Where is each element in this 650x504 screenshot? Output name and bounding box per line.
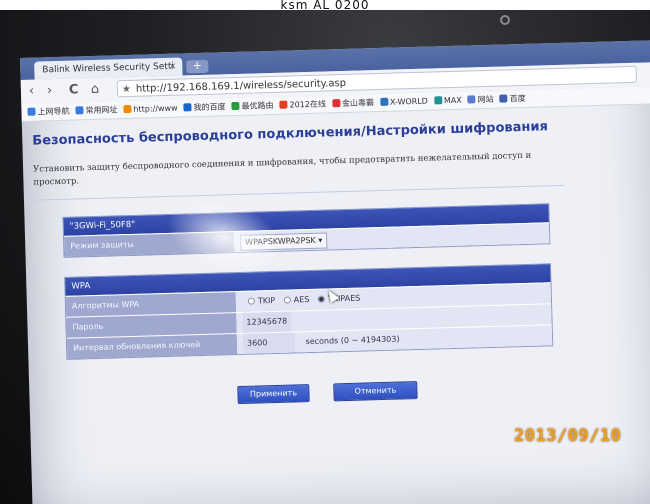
- password-field[interactable]: 12345678: [242, 311, 292, 333]
- page-description: Установить защиту беспроводного соединен…: [32, 150, 532, 188]
- bookmark-favicon-icon: [75, 106, 84, 115]
- bookmark-item[interactable]: 金山毒霸: [331, 94, 375, 112]
- radio-aes-label: AES: [293, 295, 310, 305]
- radio-tkipaes[interactable]: [317, 295, 325, 303]
- bookmark-item[interactable]: 常用网址: [75, 101, 118, 119]
- bookmark-item[interactable]: 百度: [499, 90, 526, 108]
- new-tab-button[interactable]: +: [186, 59, 209, 74]
- top-caption: ksm AL 0200: [0, 0, 650, 10]
- key-interval-label: Интервал обновления ключей: [66, 334, 238, 359]
- forward-icon[interactable]: ›: [47, 82, 53, 100]
- bookmark-item[interactable]: http://www: [123, 100, 178, 119]
- key-interval-unit: seconds (0 ~ 4194303): [305, 334, 400, 347]
- bookmark-item[interactable]: MAX: [433, 92, 462, 110]
- close-icon[interactable]: ×: [169, 58, 177, 76]
- bookmark-label: 2012在线: [289, 99, 327, 110]
- back-icon[interactable]: ‹: [29, 83, 35, 101]
- home-icon[interactable]: ⌂: [91, 81, 100, 99]
- bookmark-star-icon[interactable]: ★: [122, 81, 131, 98]
- bookmark-label: 我的百度: [193, 102, 226, 113]
- bookmark-item[interactable]: X-WORLD: [379, 93, 429, 111]
- bookmark-favicon-icon: [27, 107, 36, 116]
- url-text: http://192.168.169.1/wireless/security.a…: [135, 77, 347, 95]
- photo-background: Balink Wireless Security Setti × + ‹ › C…: [0, 0, 650, 504]
- radio-aes[interactable]: [283, 296, 291, 304]
- key-interval-field[interactable]: 3600: [242, 332, 296, 354]
- bookmark-label: X-WORLD: [389, 96, 429, 107]
- apply-button[interactable]: Применить: [237, 384, 310, 405]
- bookmark-favicon-icon: [379, 97, 388, 106]
- radio-tkip[interactable]: [247, 297, 255, 305]
- webcam-indicator: [500, 15, 510, 25]
- tab-title: Balink Wireless Security Setti: [42, 61, 175, 76]
- ssid-panel: "3GWi-Fi_50F8" Режим защиты WPAPSKWPA2PS…: [62, 203, 551, 258]
- bookmark-item[interactable]: 我的百度: [183, 98, 226, 116]
- chevron-down-icon: ▾: [318, 235, 323, 245]
- bookmark-favicon-icon: [183, 103, 192, 112]
- bookmark-label: 金山毒霸: [341, 98, 375, 109]
- bookmark-favicon-icon: [279, 100, 288, 109]
- bookmark-favicon-icon: [123, 104, 132, 114]
- bookmark-label: 最优路由: [241, 100, 274, 111]
- cancel-button[interactable]: Отменить: [333, 381, 418, 402]
- wpa-panel: WPA Алгоритмы WPA TKIP AES TKIPAES Парол…: [64, 263, 554, 360]
- bookmark-label: MAX: [443, 95, 462, 106]
- bookmark-item[interactable]: 2012在线: [279, 95, 326, 113]
- reload-icon[interactable]: C: [69, 81, 79, 99]
- page-title: Безопасность беспроводного подключения/Н…: [32, 119, 549, 149]
- bookmark-favicon-icon: [499, 94, 508, 103]
- bookmark-label: 上网导航: [37, 106, 70, 117]
- bookmark-item[interactable]: 上网导航: [27, 103, 70, 121]
- bookmark-item[interactable]: 最优路由: [231, 97, 274, 115]
- bookmark-label: 网站: [477, 94, 494, 105]
- bookmark-label: http://www: [133, 103, 178, 114]
- bookmark-favicon-icon: [231, 101, 240, 111]
- bookmark-label: 常用网址: [85, 105, 118, 116]
- photo-date-stamp: 2013/09/10: [514, 426, 622, 446]
- bookmark-favicon-icon: [331, 99, 340, 108]
- bookmark-label: 百度: [509, 93, 526, 104]
- bookmark-item[interactable]: 网站: [467, 91, 494, 109]
- bookmark-favicon-icon: [433, 96, 442, 105]
- radio-tkip-label: TKIP: [257, 295, 276, 306]
- bookmark-favicon-icon: [467, 95, 476, 104]
